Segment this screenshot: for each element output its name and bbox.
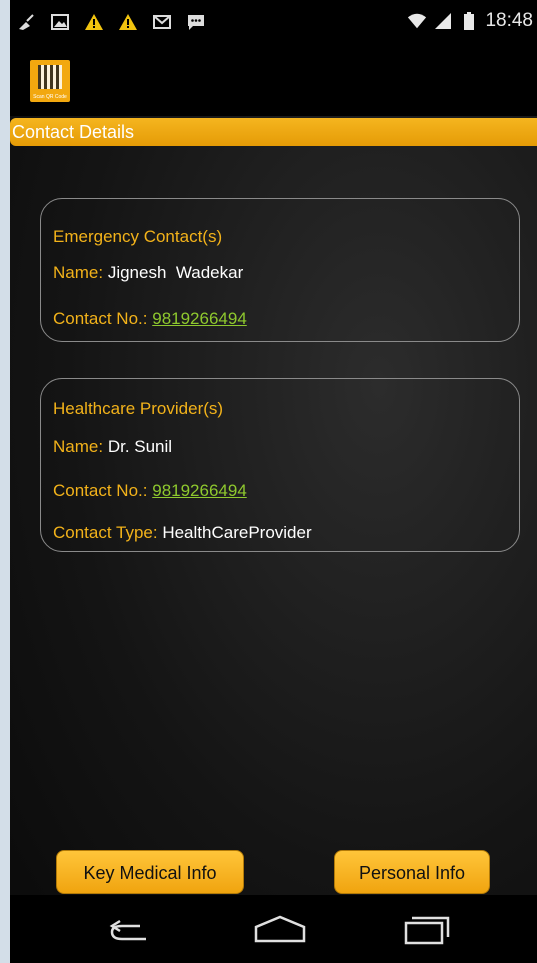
- back-icon[interactable]: [100, 913, 160, 947]
- broom-icon: [16, 12, 36, 32]
- app-logo-text: Scan QR Code: [33, 94, 67, 100]
- emergency-heading: Emergency Contact(s): [53, 227, 223, 246]
- healthcare-type-row: Contact Type: HealthCareProvider: [53, 523, 312, 543]
- contact-type-label: Contact Type:: [53, 523, 158, 542]
- contact-label: Contact No.:: [53, 309, 148, 328]
- status-time: 18:48: [485, 10, 533, 31]
- app-logo[interactable]: Scan QR Code: [30, 60, 70, 102]
- healthcare-phone-link[interactable]: 9819266494: [152, 481, 247, 500]
- contact-label: Contact No.:: [53, 481, 148, 500]
- key-medical-info-button[interactable]: Key Medical Info: [56, 850, 244, 894]
- emergency-name-value: Jignesh Wadekar: [107, 263, 244, 282]
- home-icon[interactable]: [250, 913, 310, 947]
- image-icon: [50, 12, 70, 32]
- warning-icon: [84, 12, 104, 32]
- app-bar: Scan QR Code: [10, 48, 537, 116]
- healthcare-provider-card: Healthcare Provider(s) Name: Dr. Sunil C…: [40, 378, 520, 552]
- name-label: Name:: [53, 437, 104, 456]
- healthcare-name-value: Dr. Sunil: [107, 437, 173, 456]
- page-title: Contact Details: [10, 118, 537, 146]
- healthcare-name-row: Name: Dr. Sunil: [53, 437, 172, 457]
- contact-type-value: HealthCareProvider: [162, 523, 312, 542]
- phone-screen: 18:48 Scan QR Code Contact Details Emerg…: [10, 0, 537, 963]
- emergency-contact-card: Emergency Contact(s) Name: Jignesh Wadek…: [40, 198, 520, 342]
- battery-icon: [459, 11, 479, 31]
- message-icon: [186, 12, 206, 32]
- warning-icon: [118, 12, 138, 32]
- emergency-phone-link[interactable]: 9819266494: [152, 309, 247, 328]
- name-label: Name:: [53, 263, 104, 282]
- device-frame: 18:48 Scan QR Code Contact Details Emerg…: [0, 0, 537, 963]
- healthcare-heading: Healthcare Provider(s): [53, 399, 224, 418]
- healthcare-contact-row: Contact No.: 9819266494: [53, 481, 247, 501]
- status-bar: 18:48: [10, 0, 537, 48]
- recent-apps-icon[interactable]: [398, 913, 458, 947]
- signal-icon: [433, 11, 453, 31]
- qr-code-icon: [38, 65, 62, 89]
- personal-info-button[interactable]: Personal Info: [334, 850, 490, 894]
- emergency-name-row: Name: Jignesh Wadekar: [53, 263, 243, 283]
- gmail-icon: [152, 12, 172, 32]
- wifi-icon: [407, 11, 427, 31]
- emergency-contact-row: Contact No.: 9819266494: [53, 309, 247, 329]
- navigation-bar: [10, 895, 537, 963]
